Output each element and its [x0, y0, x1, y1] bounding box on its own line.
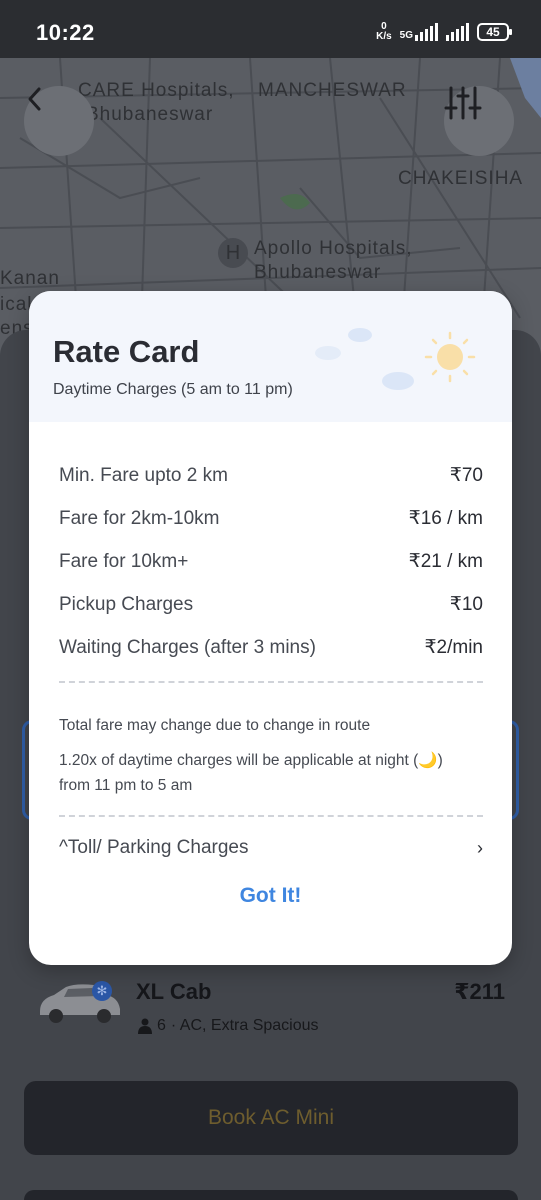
fare-value: ₹16 / km — [408, 508, 483, 529]
fare-row: Fare for 10km+ ₹21 / km — [59, 540, 483, 583]
fare-label: Min. Fare upto 2 km — [59, 464, 228, 486]
back-button[interactable] — [24, 86, 94, 156]
hospital-pin-icon: H — [218, 238, 248, 268]
rate-card-subtitle: Daytime Charges (5 am to 11 pm) — [53, 381, 293, 398]
map-label-apollo-city: Bhubaneswar — [254, 262, 382, 283]
ride-option-xl-cab[interactable]: ✻ XL Cab ₹211 6 · AC, Extra Spacious — [0, 975, 541, 1045]
divider-dashed — [59, 815, 483, 817]
night-charges-note: 1.20x of daytime charges will be applica… — [59, 748, 443, 798]
secondary-button-edge — [24, 1190, 518, 1200]
fare-value: ₹10 — [449, 594, 483, 615]
ride-features: · AC, Extra Spacious — [170, 1017, 319, 1034]
signal-icon — [415, 23, 438, 41]
night-charges-line2: from 11 pm to 5 am — [59, 777, 193, 794]
fare-row: Waiting Charges (after 3 mins) ₹2/min — [59, 626, 483, 669]
ride-option-price: ₹211 — [454, 979, 505, 1004]
rate-card-header: Rate Card Daytime Charges (5 am to 11 pm… — [29, 291, 512, 422]
book-button[interactable]: Book AC Mini — [24, 1081, 518, 1155]
map-label-mancheswar: MANCHESWAR — [258, 80, 407, 101]
sun-clouds-illustration — [315, 328, 476, 390]
night-charges-line1: 1.20x of daytime charges will be applica… — [59, 752, 443, 769]
ride-option-details: 6 · AC, Extra Spacious — [138, 1017, 319, 1035]
fare-label: Pickup Charges — [59, 593, 194, 615]
battery-icon: 45 — [477, 23, 512, 41]
filter-button[interactable] — [444, 86, 514, 156]
fare-value: ₹70 — [449, 465, 483, 486]
seat-count: 6 — [157, 1017, 166, 1034]
person-icon — [138, 1018, 152, 1034]
map-label-ical: ical — [0, 294, 33, 315]
map-label-kanan: Kanan — [0, 268, 60, 289]
route-change-note: Total fare may change due to change in r… — [59, 717, 371, 734]
signal-icon-2 — [446, 23, 469, 41]
fare-row: Min. Fare upto 2 km ₹70 — [59, 454, 483, 497]
snowflake-icon: ✻ — [92, 981, 112, 1001]
network-speed: 0 K/s — [376, 21, 392, 42]
ride-option-name: XL Cab — [136, 979, 212, 1004]
fare-row: Fare for 2km-10km ₹16 / km — [59, 497, 483, 540]
divider-dashed — [59, 681, 483, 683]
fare-label: Fare for 10km+ — [59, 550, 189, 572]
toll-parking-label: ^Toll/ Parking Charges — [59, 837, 249, 858]
status-time: 10:22 — [36, 20, 95, 45]
fare-value: ₹21 / km — [408, 551, 483, 572]
map-label-care-hospitals-city: Bhubaneswar — [86, 104, 214, 125]
fare-label: Waiting Charges (after 3 mins) — [59, 636, 316, 658]
battery-level: 45 — [486, 25, 500, 39]
sliders-icon — [444, 86, 482, 120]
rate-card-dialog: Rate Card Daytime Charges (5 am to 11 pm… — [29, 291, 512, 965]
got-it-button[interactable]: Got It! — [29, 884, 512, 908]
chevron-right-icon: › — [477, 837, 483, 858]
rate-card-title: Rate Card — [53, 334, 200, 369]
chevron-left-icon — [28, 87, 41, 111]
network-generation: 5G — [399, 30, 413, 41]
map-label-chakeisihani: CHAKEISIHA — [398, 168, 524, 189]
fare-label: Fare for 2km-10km — [59, 507, 220, 529]
fare-row: Pickup Charges ₹10 — [59, 583, 483, 626]
toll-parking-charges-link[interactable]: ^Toll/ Parking Charges › — [59, 837, 483, 859]
map-label-care-hospitals: CARE Hospitals, — [78, 80, 235, 101]
status-bar: 10:22 0 K/s 5G 45 — [0, 0, 541, 58]
status-icons: 0 K/s 5G 45 — [376, 20, 512, 44]
fare-list: Min. Fare upto 2 km ₹70 Fare for 2km-10k… — [59, 454, 483, 669]
fare-value: ₹2/min — [424, 637, 483, 658]
map-label-apollo: Apollo Hospitals, — [254, 238, 413, 259]
